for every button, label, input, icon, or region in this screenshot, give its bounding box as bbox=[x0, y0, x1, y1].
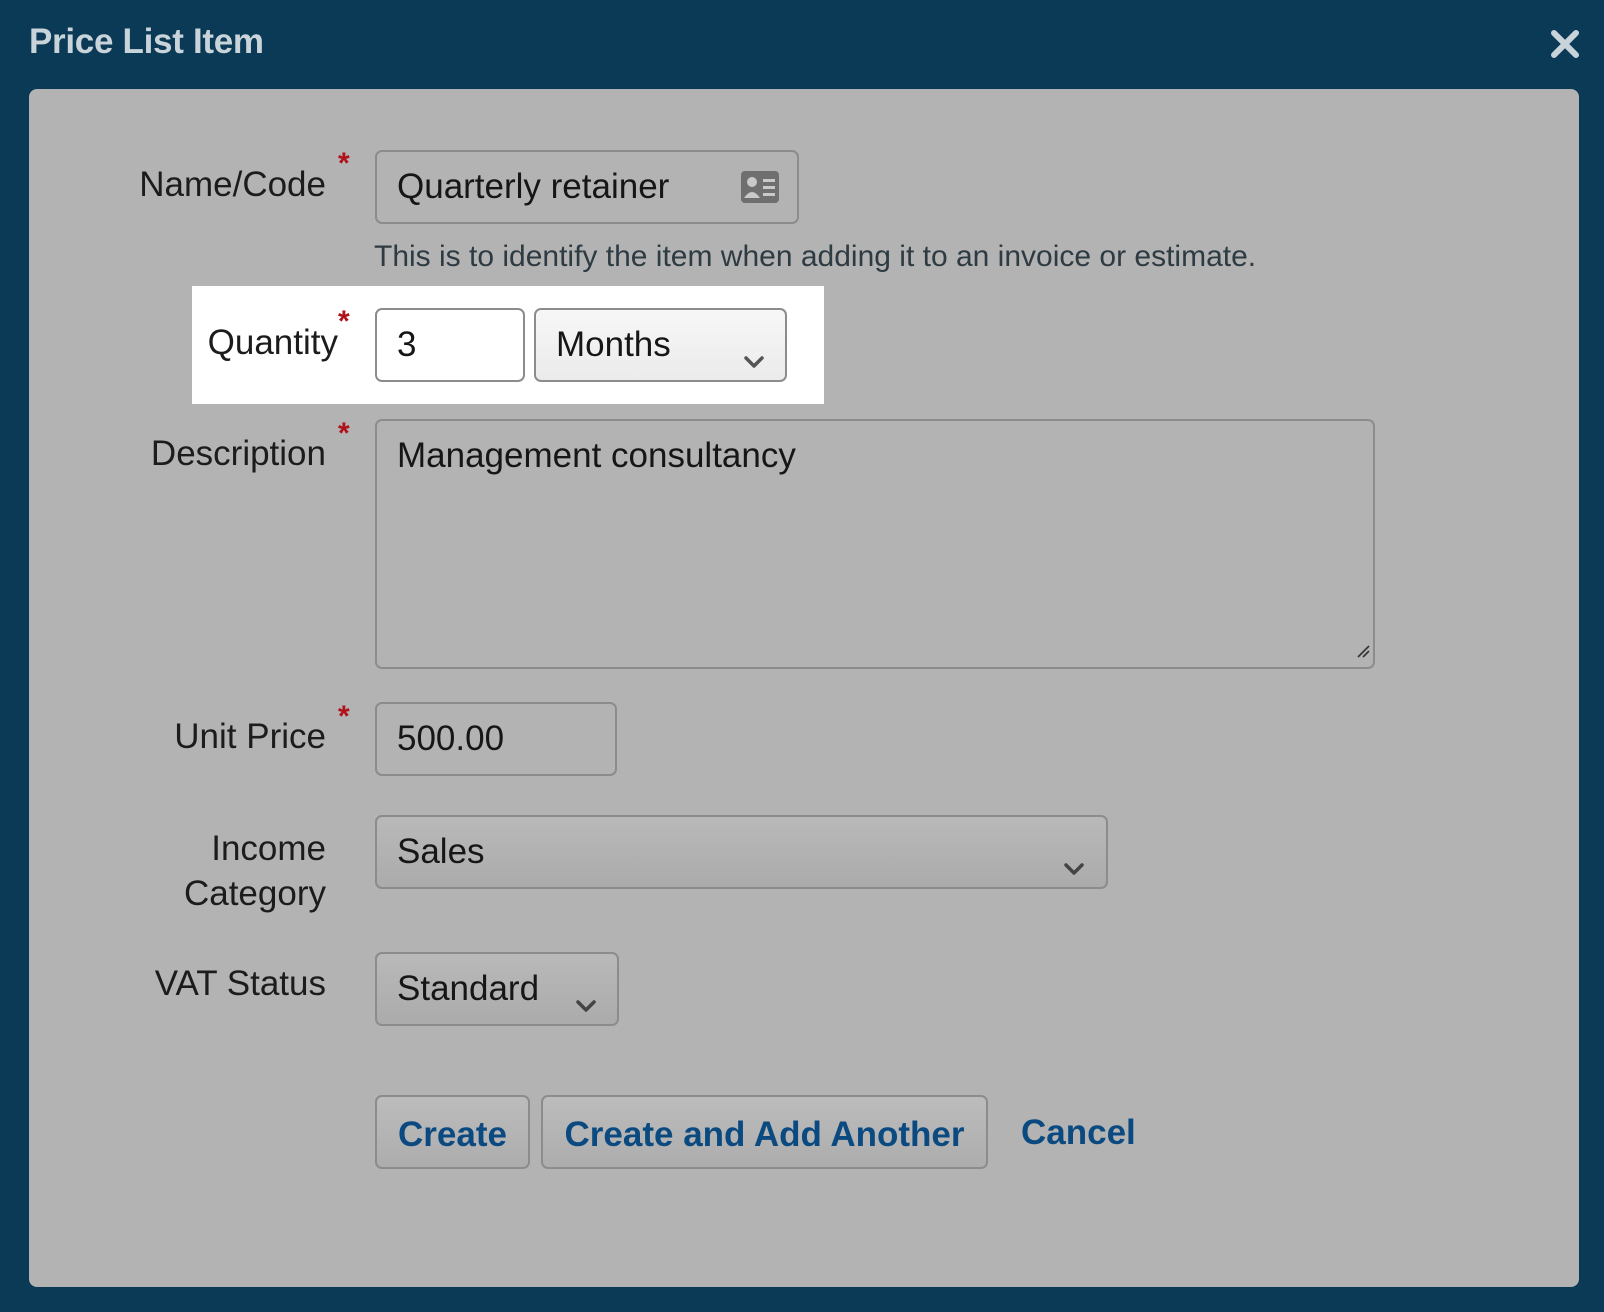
create-button-label: Create bbox=[398, 1115, 507, 1154]
name-code-hint: This is to identify the item when adding… bbox=[374, 240, 1257, 273]
required-marker: * bbox=[338, 147, 350, 180]
contact-card-icon[interactable] bbox=[740, 170, 780, 210]
unit-price-value: 500.00 bbox=[397, 719, 505, 758]
required-marker: * bbox=[338, 700, 350, 733]
name-code-input[interactable]: Quarterly retainer bbox=[375, 150, 799, 224]
description-label: Description bbox=[150, 434, 326, 473]
quantity-label: Quantity bbox=[207, 323, 338, 362]
close-icon[interactable] bbox=[1549, 28, 1581, 60]
chevron-down-icon bbox=[743, 340, 765, 368]
price-list-item-dialog: Price List Item Name/Code * Quarterly re… bbox=[0, 0, 1604, 1312]
required-marker: * bbox=[338, 417, 350, 450]
create-button[interactable]: Create bbox=[375, 1095, 530, 1169]
chevron-down-icon bbox=[575, 984, 597, 1012]
dialog-title: Price List Item bbox=[29, 22, 264, 61]
required-marker: * bbox=[338, 305, 350, 338]
unit-price-input[interactable]: 500.00 bbox=[375, 702, 617, 776]
name-code-label: Name/Code bbox=[139, 165, 326, 204]
form-panel: Name/Code * Quarterly retainer This is t… bbox=[29, 89, 1579, 1287]
quantity-value: 3 bbox=[397, 325, 417, 364]
income-category-select[interactable]: Sales bbox=[375, 815, 1108, 889]
quantity-unit-value: Months bbox=[556, 325, 671, 364]
income-category-label-line1: Income bbox=[211, 829, 326, 868]
cancel-link[interactable]: Cancel bbox=[1021, 1113, 1136, 1153]
vat-status-value: Standard bbox=[397, 969, 540, 1008]
create-and-add-another-label: Create and Add Another bbox=[564, 1115, 965, 1154]
quantity-highlight: Quantity * 3 Months bbox=[192, 286, 824, 404]
quantity-unit-select[interactable]: Months bbox=[534, 308, 787, 382]
description-textarea[interactable]: Management consultancy bbox=[375, 419, 1375, 669]
description-value: Management consultancy bbox=[397, 436, 796, 475]
income-category-label-line2: Category bbox=[183, 874, 326, 913]
chevron-down-icon bbox=[1063, 847, 1085, 875]
quantity-input[interactable]: 3 bbox=[375, 308, 525, 382]
vat-status-select[interactable]: Standard bbox=[375, 952, 619, 1026]
unit-price-label: Unit Price bbox=[174, 717, 326, 756]
name-code-value: Quarterly retainer bbox=[397, 167, 670, 206]
vat-status-label: VAT Status bbox=[154, 964, 326, 1003]
dialog-titlebar: Price List Item bbox=[0, 0, 1604, 89]
create-and-add-another-button[interactable]: Create and Add Another bbox=[541, 1095, 988, 1169]
income-category-value: Sales bbox=[397, 832, 485, 871]
resize-handle-icon[interactable] bbox=[1354, 629, 1370, 664]
